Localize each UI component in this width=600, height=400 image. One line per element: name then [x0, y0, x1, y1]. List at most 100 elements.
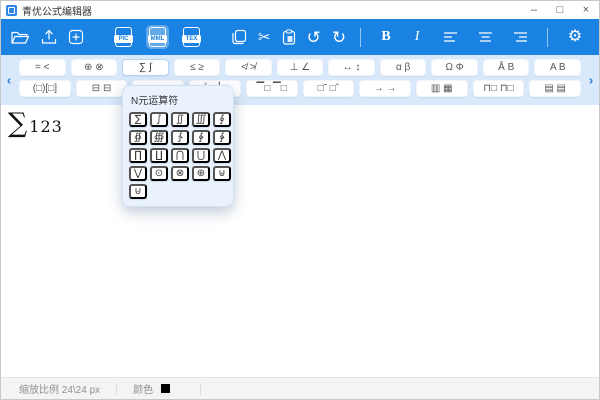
- cut-button[interactable]: ✂: [258, 26, 271, 48]
- symbol-multiset-union-button[interactable]: ⊎: [213, 166, 231, 181]
- italic-button[interactable]: I: [408, 29, 426, 45]
- formula-number: 123: [29, 117, 63, 136]
- arrows-button[interactable]: ↔ ↕: [328, 59, 375, 76]
- symbol-product-button[interactable]: ∏: [129, 148, 147, 163]
- folder-open-icon: [11, 30, 30, 45]
- symbol-integral-button[interactable]: ∫: [150, 112, 168, 127]
- color-label: 颜色: [133, 381, 153, 396]
- symbol-anticlockwise-contour-button[interactable]: ∳: [213, 130, 231, 145]
- align-left-icon: [443, 31, 458, 43]
- pic-file-icon: PIC: [115, 27, 132, 47]
- gear-icon: ⚙: [568, 29, 582, 45]
- align-right-button[interactable]: [509, 26, 531, 48]
- matrix-templates-button[interactable]: ▥ ▦: [416, 80, 468, 97]
- inequality-relations-button[interactable]: ≤ ≥: [174, 59, 221, 76]
- circled-operators-button[interactable]: ⊕ ⊗: [71, 59, 118, 76]
- new-file-icon: [68, 29, 84, 45]
- new-file-button[interactable]: [68, 26, 84, 48]
- symbol-coproduct-button[interactable]: ∐: [150, 148, 168, 163]
- align-center-icon: [478, 31, 493, 43]
- symbol-grid: ∑ ∫ ∬ ∭ ∮ ∯ ∰ ∱ ∲ ∳ ∏ ∐ ⋂ ⋃ ⋀ ⋁ ⊙ ⊗ ⊕ ⊎ …: [129, 112, 227, 199]
- align-left-button[interactable]: [439, 26, 461, 48]
- mml-file-icon: MML: [149, 27, 166, 47]
- equals-relations-button[interactable]: = <: [19, 59, 66, 76]
- symbol-circled-plus-button[interactable]: ⊕: [192, 166, 210, 181]
- symbol-volume-integral-button[interactable]: ∰: [150, 130, 168, 145]
- statusbar-separator: [200, 383, 201, 395]
- maximize-button[interactable]: □: [547, 1, 573, 19]
- accent-templates-button[interactable]: □˜ □ˆ: [303, 80, 355, 97]
- save-export-button[interactable]: [41, 26, 57, 48]
- formula-canvas[interactable]: ∑ 123: [1, 105, 599, 377]
- symbol-palette: ‹ › = < ⊕ ⊗ ∑ ∫ ≤ ≥ ≮ ≯ ⊥ ∠ ↔ ↕ α β Ω Φ …: [1, 55, 599, 105]
- color-swatch[interactable]: [161, 384, 170, 393]
- export-mml-button[interactable]: MML: [146, 25, 169, 49]
- nary-operators-panel: N元运算符 ∑ ∫ ∬ ∭ ∮ ∯ ∰ ∱ ∲ ∳ ∏ ∐ ⋂ ⋃ ⋀ ⋁ ⊙ …: [122, 85, 234, 207]
- align-center-button[interactable]: [474, 26, 496, 48]
- window-controls: – □ ×: [521, 1, 599, 19]
- bracket-templates-button[interactable]: (□)[□]: [19, 80, 71, 97]
- fraction-templates-button[interactable]: ⊟ ⊟: [76, 80, 128, 97]
- palette-prev-button[interactable]: ‹: [3, 73, 15, 88]
- cases-templates-button[interactable]: ▤ ▤: [529, 80, 581, 97]
- symbol-logical-and-button[interactable]: ⋀: [213, 148, 231, 163]
- nary-operators-button[interactable]: ∑ ∫: [122, 59, 169, 76]
- export-tex-button[interactable]: TEX: [180, 25, 203, 49]
- open-file-button[interactable]: [11, 26, 30, 48]
- undo-icon: ↺: [307, 29, 321, 46]
- align-right-icon: [513, 31, 528, 43]
- redo-icon: ↻: [332, 29, 346, 46]
- toolbar-separator: [547, 28, 548, 47]
- symbol-union-button[interactable]: ⋃: [192, 148, 210, 163]
- redo-button[interactable]: ↻: [332, 26, 346, 48]
- zoom-ratio-label: 缩放比例 24\24 px: [19, 381, 100, 396]
- palette-next-button[interactable]: ›: [585, 73, 597, 88]
- negated-relations-button[interactable]: ≮ ≯: [225, 59, 272, 76]
- symbol-triple-integral-button[interactable]: ∭: [192, 112, 210, 127]
- symbol-logical-or-button[interactable]: ⋁: [129, 166, 147, 181]
- bold-button[interactable]: B: [377, 29, 395, 45]
- copy-button[interactable]: [231, 26, 247, 48]
- main-toolbar: PIC MML TEX ✂ ↺ ↻ B I: [1, 19, 599, 55]
- app-icon: [6, 5, 17, 16]
- symbol-circled-dot-button[interactable]: ⊙: [150, 166, 168, 181]
- minimize-button[interactable]: –: [521, 1, 547, 19]
- formula-content: ∑ 123: [8, 108, 63, 139]
- labeled-arrow-templates-button[interactable]: → →: [359, 80, 411, 97]
- palette-row-2: (□)[□] ⊟ ⊟ ⌠□ ⎮□ ▔□ ▔□ □˜ □ˆ → → ▥ ▦ ⊓□ …: [19, 80, 581, 97]
- scissors-icon: ✂: [258, 30, 271, 45]
- symbol-union-dot-button[interactable]: ⊍: [129, 184, 147, 199]
- palette-row-1: = < ⊕ ⊗ ∑ ∫ ≤ ≥ ≮ ≯ ⊥ ∠ ↔ ↕ α β Ω Φ Å B …: [19, 59, 581, 76]
- sum-symbol: ∑: [8, 108, 27, 139]
- window-title: 青优公式编辑器: [22, 3, 92, 18]
- symbol-intersection-button[interactable]: ⋂: [171, 148, 189, 163]
- symbol-surface-integral-button[interactable]: ∯: [129, 130, 147, 145]
- paste-button[interactable]: [282, 26, 296, 48]
- accented-letters-button[interactable]: Å B: [483, 59, 530, 76]
- brace-templates-button[interactable]: ⊓□ ⊓□: [473, 80, 525, 97]
- geometry-symbols-button[interactable]: ⊥ ∠: [277, 59, 324, 76]
- app-window: 青优公式编辑器 – □ × PIC MML TEX ✂: [0, 0, 600, 400]
- undo-button[interactable]: ↺: [307, 26, 321, 48]
- symbol-sum-button[interactable]: ∑: [129, 112, 147, 127]
- export-pic-button[interactable]: PIC: [112, 25, 135, 49]
- title-bar: 青优公式编辑器 – □ ×: [1, 1, 599, 19]
- symbol-clockwise-integral-button[interactable]: ∱: [171, 130, 189, 145]
- symbol-clockwise-contour-button[interactable]: ∲: [192, 130, 210, 145]
- close-button[interactable]: ×: [573, 1, 599, 19]
- toolbar-separator: [360, 28, 361, 47]
- greek-uppercase-button[interactable]: Ω Φ: [431, 59, 478, 76]
- upload-icon: [41, 29, 57, 45]
- clipboard-icon: [282, 29, 296, 45]
- overbar-templates-button[interactable]: ▔□ ▔□: [246, 80, 298, 97]
- settings-button[interactable]: ⚙: [564, 26, 586, 48]
- statusbar-separator: [116, 383, 117, 395]
- greek-lowercase-button[interactable]: α β: [380, 59, 427, 76]
- symbol-contour-integral-button[interactable]: ∮: [213, 112, 231, 127]
- tex-file-icon: TEX: [183, 27, 200, 47]
- symbol-double-integral-button[interactable]: ∬: [171, 112, 189, 127]
- symbol-circled-times-button[interactable]: ⊗: [171, 166, 189, 181]
- panel-title: N元运算符: [131, 92, 227, 107]
- toolbar-right-group: B I ⚙ LaTeX: [357, 26, 600, 48]
- letter-styles-button[interactable]: A B: [534, 59, 581, 76]
